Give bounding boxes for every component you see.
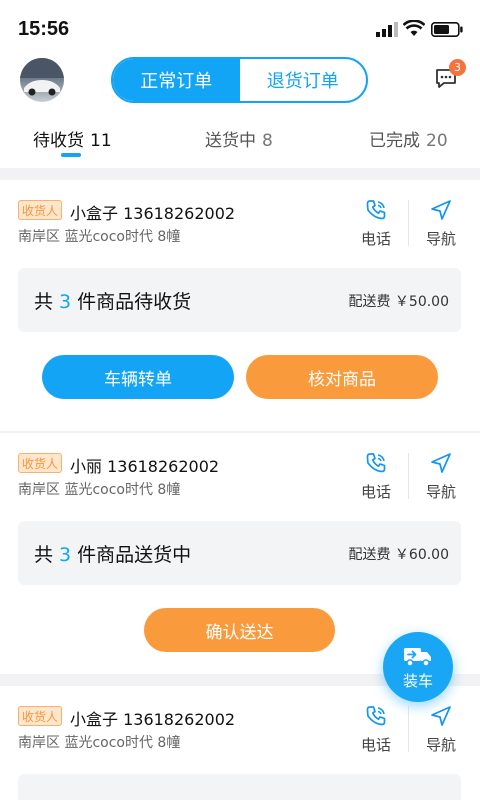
status-bar: 15:56	[0, 0, 480, 54]
segment-normal-orders[interactable]: 正常订单	[113, 59, 240, 101]
summary-text: 共 3 件商品送货中	[34, 540, 191, 567]
tab-delivering[interactable]: 送货中 8	[205, 126, 273, 151]
avatar[interactable]	[20, 58, 64, 102]
tab-completed[interactable]: 已完成 20	[369, 126, 448, 151]
divider	[408, 706, 409, 752]
active-tab-indicator	[61, 153, 81, 157]
item-count: 3	[59, 291, 72, 313]
navigation-arrow-icon	[431, 200, 451, 220]
vehicle-transfer-button[interactable]: 车辆转单	[42, 355, 234, 399]
order-card: 收货人 小盒子 13618262002 南岸区 蓝光coco时代 8幢 电话 导…	[0, 180, 480, 431]
truck-icon	[404, 648, 431, 667]
receiver-tag: 收货人	[18, 200, 62, 220]
order-type-segment: 正常订单 退货订单	[111, 57, 368, 103]
receiver-name-phone: 小盒子 13618262002	[70, 710, 236, 729]
status-time: 15:56	[18, 18, 70, 40]
summary-suffix: 件商品送货中	[77, 544, 192, 566]
receiver-name-phone: 小丽 13618262002	[70, 457, 220, 476]
delivery-fee: 配送费 ￥50.00	[348, 294, 449, 310]
receiver-name-phone: 小盒子 13618262002	[70, 204, 236, 223]
navigate-button[interactable]: 导航	[416, 704, 466, 755]
tab-pending[interactable]: 待收货 11	[33, 126, 112, 151]
message-badge: 3	[449, 59, 466, 76]
call-label: 电话	[360, 736, 391, 754]
divider	[408, 453, 409, 499]
delivery-address: 南岸区 蓝光coco时代 8幢	[18, 735, 181, 751]
order-summary: 共 3 件商品待收货 配送费 ￥50.00	[18, 268, 461, 332]
summary-suffix: 件商品待收货	[77, 291, 192, 313]
order-summary: 共 3 件商品送货中 配送费 ￥60.00	[18, 521, 461, 585]
delivery-address: 南岸区 蓝光coco时代 8幢	[18, 482, 181, 498]
phone-icon	[366, 706, 386, 726]
navigate-label: 导航	[425, 736, 456, 754]
summary-prefix: 共	[34, 291, 54, 313]
car-photo-icon	[20, 58, 64, 96]
verify-goods-button[interactable]: 核对商品	[246, 355, 438, 399]
load-vehicle-fab[interactable]: 装车	[383, 632, 453, 702]
tab-label: 已完成	[369, 131, 420, 151]
navigate-label: 导航	[425, 230, 456, 248]
delivery-address: 南岸区 蓝光coco时代 8幢	[18, 229, 181, 245]
item-count: 3	[59, 544, 72, 566]
call-button[interactable]: 电话	[351, 198, 401, 249]
navigate-button[interactable]: 导航	[416, 198, 466, 249]
receiver-tag: 收货人	[18, 453, 62, 473]
navigate-button[interactable]: 导航	[416, 451, 466, 502]
tab-count: 8	[262, 131, 273, 151]
tab-count: 11	[90, 131, 112, 151]
fab-label: 装车	[402, 672, 433, 690]
call-label: 电话	[360, 230, 391, 248]
signal-icon	[376, 22, 398, 37]
phone-icon	[366, 200, 386, 220]
navigation-arrow-icon	[431, 453, 451, 473]
phone-icon	[366, 453, 386, 473]
receiver-tag: 收货人	[18, 706, 62, 726]
battery-icon	[431, 22, 463, 37]
summary-prefix: 共	[34, 544, 54, 566]
delivery-fee: 配送费 ￥60.00	[348, 547, 449, 563]
segment-return-orders[interactable]: 退货订单	[240, 59, 367, 101]
summary-text: 共 3 件商品待收货	[34, 287, 191, 314]
divider	[408, 200, 409, 246]
tab-label: 待收货	[33, 131, 84, 151]
call-button[interactable]: 电话	[351, 451, 401, 502]
wifi-icon	[403, 20, 425, 36]
order-card: 收货人 小盒子 13618262002 南岸区 蓝光coco时代 8幢 电话 导…	[0, 686, 480, 800]
tab-count: 20	[426, 131, 448, 151]
navigate-label: 导航	[425, 483, 456, 501]
navigation-arrow-icon	[431, 706, 451, 726]
tab-label: 送货中	[205, 131, 256, 151]
call-label: 电话	[360, 483, 391, 501]
confirm-delivery-button[interactable]: 确认送达	[144, 608, 335, 652]
top-bar: 15:56 正常订单 退货订单 3 待收货 11 送货中 8 已完成 20	[0, 0, 480, 168]
status-tabs: 待收货 11 送货中 8 已完成 20	[0, 118, 480, 162]
order-summary	[18, 774, 461, 800]
call-button[interactable]: 电话	[351, 704, 401, 755]
